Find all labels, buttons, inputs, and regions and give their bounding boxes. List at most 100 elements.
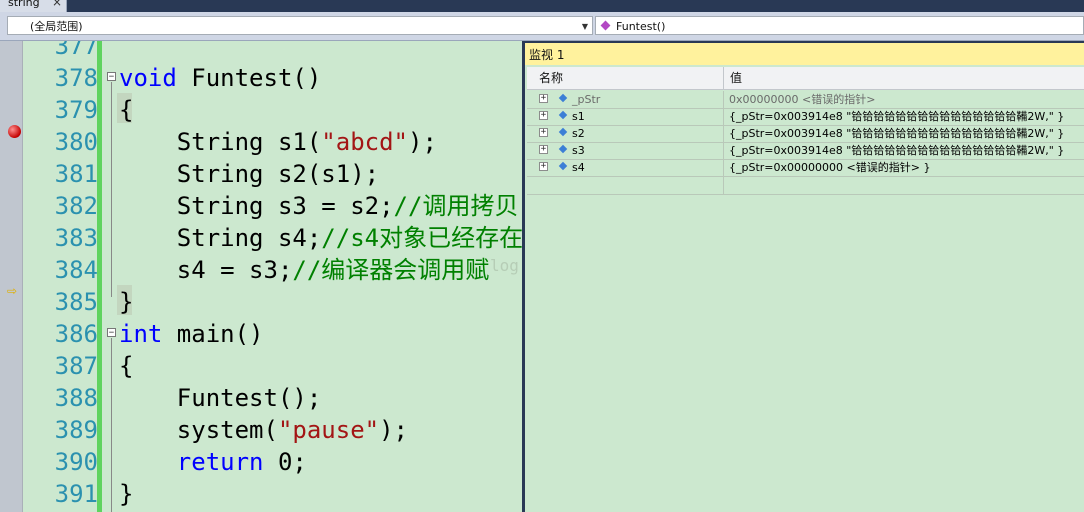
- watch-name: s2: [572, 127, 585, 140]
- line-number: 378: [54, 64, 98, 92]
- expand-icon[interactable]: +: [539, 111, 548, 120]
- watch-value: {_pStr=0x003914e8 "铪铪铪铪铪铪铪铪铪铪铪铪铪铪铪鞴2W," …: [729, 110, 1065, 123]
- column-value-header[interactable]: 值: [730, 67, 742, 89]
- keyword: return: [176, 448, 264, 476]
- watch-name: s3: [572, 144, 585, 157]
- scope-dropdown-value: (全局范围): [30, 20, 83, 33]
- line-number: 379: [54, 96, 98, 124]
- indicator-margin[interactable]: [0, 41, 23, 512]
- code-line[interactable]: String s1("abcd");: [119, 126, 437, 158]
- watch-window[interactable]: 监视 1 名称 值 + _pStr 0x00000000 <错误的指针> + s1 {_p…: [522, 41, 1084, 512]
- pointer-icon: [559, 94, 567, 104]
- code-line[interactable]: }: [119, 286, 133, 318]
- watch-title: 监视 1: [529, 48, 565, 62]
- dropdown-arrow-icon[interactable]: ▼: [582, 17, 588, 36]
- comment: //编译器会调用赋: [292, 256, 490, 284]
- code-editor[interactable]: ⇨ − − log.csdn.net/ 377 378 void Funtest()…: [0, 41, 523, 512]
- code-text: String s2(s1);: [119, 160, 380, 188]
- code-text: }: [119, 288, 134, 316]
- column-separator[interactable]: [723, 67, 724, 89]
- watch-name: s1: [572, 110, 585, 123]
- line-number: 385: [54, 288, 98, 316]
- line-number: 386: [54, 320, 98, 348]
- watch-value: 0x00000000 <错误的指针>: [729, 93, 876, 106]
- function-dropdown[interactable]: Funtest(): [595, 16, 1084, 35]
- code-line[interactable]: int main(): [119, 318, 264, 350]
- watch-empty-row[interactable]: [527, 177, 1084, 195]
- code-line[interactable]: return 0;: [119, 446, 307, 478]
- expand-icon[interactable]: +: [539, 94, 548, 103]
- collapse-icon[interactable]: −: [107, 72, 116, 82]
- navigation-bar: (全局范围) ▼ Funtest(): [0, 12, 1084, 41]
- code-text: Funtest(): [176, 64, 322, 92]
- watch-name: _pStr: [572, 93, 601, 106]
- line-number: 381: [54, 160, 98, 188]
- code-line[interactable]: s4 = s3;//编译器会调用赋: [119, 254, 490, 286]
- watch-value: {_pStr=0x003914e8 "铪铪铪铪铪铪铪铪铪铪铪铪铪铪铪鞴2W," …: [729, 144, 1065, 157]
- tab-strip: string ×: [0, 0, 1084, 12]
- line-number: 391: [54, 480, 98, 508]
- code-text: Funtest();: [119, 384, 322, 412]
- object-icon: [559, 128, 567, 138]
- breakpoint-icon[interactable]: [8, 125, 21, 138]
- line-number: 384: [54, 256, 98, 284]
- line-number: 383: [54, 224, 98, 252]
- string-literal: "pause": [277, 416, 380, 444]
- line-number: 387: [54, 352, 98, 380]
- string-literal: "abcd": [321, 128, 408, 156]
- object-icon: [559, 162, 567, 172]
- code-line[interactable]: String s3 = s2;//调用拷贝: [119, 190, 519, 222]
- object-icon: [559, 145, 567, 155]
- tab-close-icon[interactable]: ×: [52, 0, 62, 8]
- code-text: }: [119, 480, 134, 508]
- tab-string[interactable]: string ×: [0, 0, 67, 12]
- code-line[interactable]: void Funtest(): [119, 62, 321, 94]
- code-text: );: [379, 416, 409, 444]
- comment: //调用拷贝: [393, 192, 519, 220]
- code-text: system(: [119, 416, 278, 444]
- watch-value: {_pStr=0x00000000 <错误的指针> }: [729, 161, 931, 174]
- line-number: 389: [54, 416, 98, 444]
- code-text: {: [119, 96, 134, 124]
- watch-row[interactable]: + s3 {_pStr=0x003914e8 "铪铪铪铪铪铪铪铪铪铪铪铪铪铪铪鞴2W…: [527, 142, 1084, 160]
- tab-title: string: [8, 0, 40, 9]
- method-icon: [600, 20, 611, 31]
- code-line[interactable]: {: [119, 94, 133, 126]
- expand-icon[interactable]: +: [539, 162, 548, 171]
- code-text: {: [119, 352, 134, 380]
- code-text: String s4;: [119, 224, 322, 252]
- code-text: String s3 = s2;: [119, 192, 394, 220]
- collapse-icon[interactable]: −: [107, 328, 116, 338]
- line-number: 382: [54, 192, 98, 220]
- code-text: );: [408, 128, 437, 156]
- watch-row[interactable]: + s2 {_pStr=0x003914e8 "铪铪铪铪铪铪铪铪铪铪铪铪铪铪铪鞴2W…: [527, 125, 1084, 143]
- watch-row[interactable]: + _pStr 0x00000000 <错误的指针>: [527, 91, 1084, 109]
- expand-icon[interactable]: +: [539, 128, 548, 137]
- expand-icon[interactable]: +: [539, 145, 548, 154]
- scope-dropdown[interactable]: (全局范围) ▼: [7, 16, 593, 35]
- comment: //s4对象已经存在: [321, 224, 523, 252]
- keyword: void: [119, 64, 177, 92]
- code-text: main(): [162, 320, 264, 348]
- line-number: 388: [54, 384, 98, 412]
- watch-name: s4: [572, 161, 585, 174]
- watch-title-bar[interactable]: 监视 1: [525, 43, 1084, 65]
- object-icon: [559, 111, 567, 121]
- code-text: String s1(: [119, 128, 322, 156]
- watch-row[interactable]: + s4 {_pStr=0x00000000 <错误的指针> }: [527, 159, 1084, 177]
- line-number: 390: [54, 448, 98, 476]
- outline-line: [111, 82, 112, 297]
- code-line[interactable]: }: [119, 478, 133, 510]
- code-line[interactable]: {: [119, 350, 133, 382]
- column-name-header[interactable]: 名称: [539, 67, 563, 89]
- code-line[interactable]: String s4;//s4对象已经存在: [119, 222, 523, 254]
- code-text: s4 = s3;: [119, 256, 293, 284]
- code-line[interactable]: String s2(s1);: [119, 158, 379, 190]
- watch-value: {_pStr=0x003914e8 "铪铪铪铪铪铪铪铪铪铪铪铪铪铪铪鞴2W," …: [729, 127, 1065, 140]
- current-statement-arrow-icon: ⇨: [7, 284, 18, 298]
- code-line[interactable]: system("pause");: [119, 414, 408, 446]
- function-dropdown-value: Funtest(): [616, 20, 666, 33]
- watch-row[interactable]: + s1 {_pStr=0x003914e8 "铪铪铪铪铪铪铪铪铪铪铪铪铪铪铪鞴2W…: [527, 108, 1084, 126]
- code-line[interactable]: Funtest();: [119, 382, 322, 414]
